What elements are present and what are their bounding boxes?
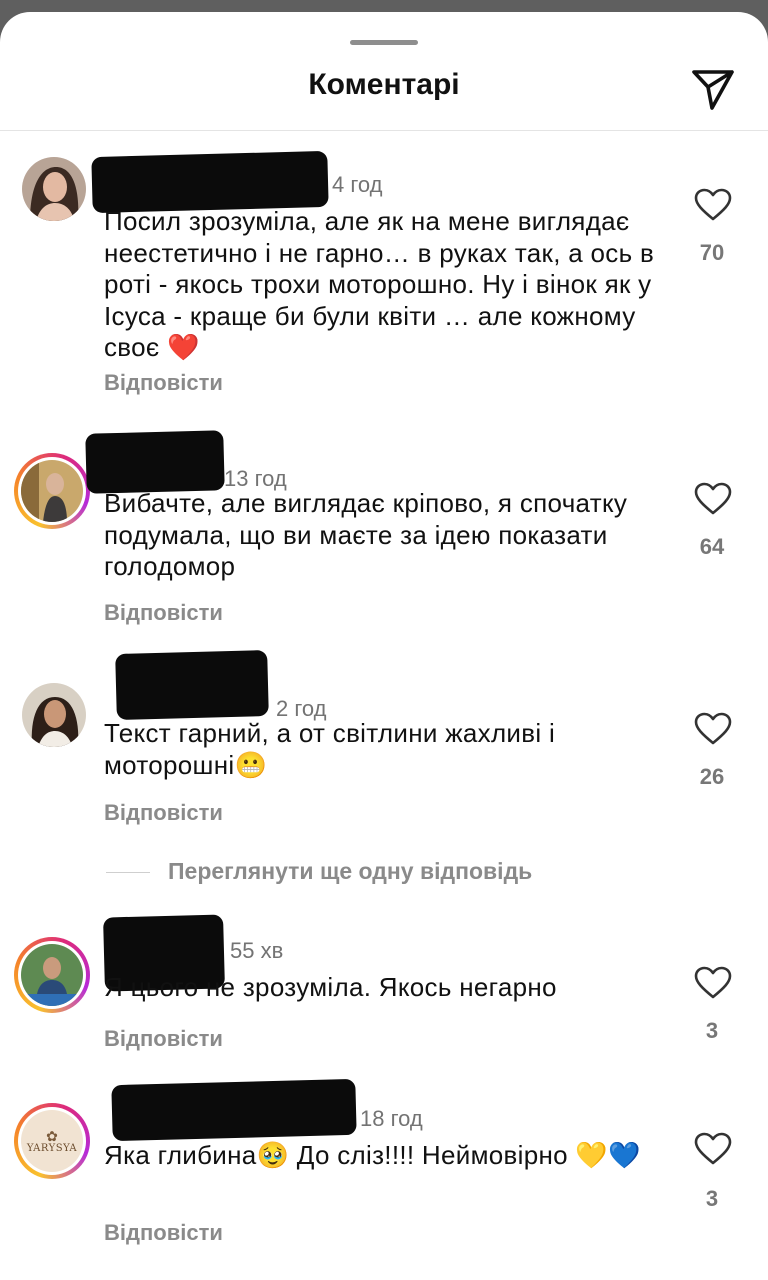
comment-time: 18 год	[360, 1106, 423, 1131]
heart-icon[interactable]	[694, 1132, 732, 1166]
reply-button[interactable]: Відповісти	[104, 600, 223, 626]
comment-text: Яка глибина🥹 До сліз!!!! Неймовірно 💛💙	[104, 1140, 641, 1170]
avatar[interactable]	[14, 937, 90, 1013]
like-count: 3	[705, 1018, 719, 1043]
like-count: 26	[699, 764, 725, 789]
reply-button[interactable]: Відповісти	[104, 1220, 223, 1246]
redacted-username	[91, 150, 329, 214]
heart-icon[interactable]	[694, 966, 732, 1000]
replies-divider	[106, 872, 150, 873]
comment-text: Посил зрозуміла, але як на мене виглядає…	[104, 206, 655, 362]
avatar[interactable]: ✿ YARYSYA	[14, 1103, 90, 1179]
flower-logo-icon: ✿	[46, 1127, 58, 1144]
heart-icon[interactable]	[694, 712, 732, 746]
heart-icon[interactable]	[694, 188, 732, 222]
like-count: 3	[705, 1186, 719, 1211]
page-title: Коментарі	[308, 68, 460, 101]
reply-button[interactable]: Відповісти	[104, 1026, 223, 1052]
redacted-username	[115, 650, 269, 720]
redacted-username	[85, 430, 225, 494]
header-divider	[0, 130, 768, 131]
reply-button[interactable]: Відповісти	[104, 800, 223, 826]
comment-time: 55 хв	[230, 938, 284, 963]
avatar[interactable]	[14, 453, 90, 529]
comment-text: Я цього не зрозуміла. Якось негарно	[104, 972, 557, 1002]
drag-handle[interactable]	[350, 40, 418, 45]
avatar-brand-label: YARYSYA	[26, 1142, 78, 1154]
heart-icon[interactable]	[694, 482, 732, 516]
like-count: 64	[699, 534, 725, 559]
comment-text: Текст гарний, а от світлини жахливі і мо…	[104, 718, 556, 780]
redacted-username	[111, 1078, 357, 1142]
comment-text: Вибачте, але виглядає кріпово, я спочатк…	[104, 488, 628, 581]
avatar[interactable]	[22, 683, 86, 747]
reply-button[interactable]: Відповісти	[104, 370, 223, 396]
comment-time: 4 год	[332, 172, 383, 197]
comments-sheet: Коментарі 4 год Посил зрозуміла, але як …	[0, 12, 768, 1280]
view-more-replies-button[interactable]: Переглянути ще одну відповідь	[168, 858, 532, 885]
like-count: 70	[699, 240, 725, 265]
avatar[interactable]	[22, 157, 86, 221]
share-icon[interactable]	[690, 66, 736, 112]
